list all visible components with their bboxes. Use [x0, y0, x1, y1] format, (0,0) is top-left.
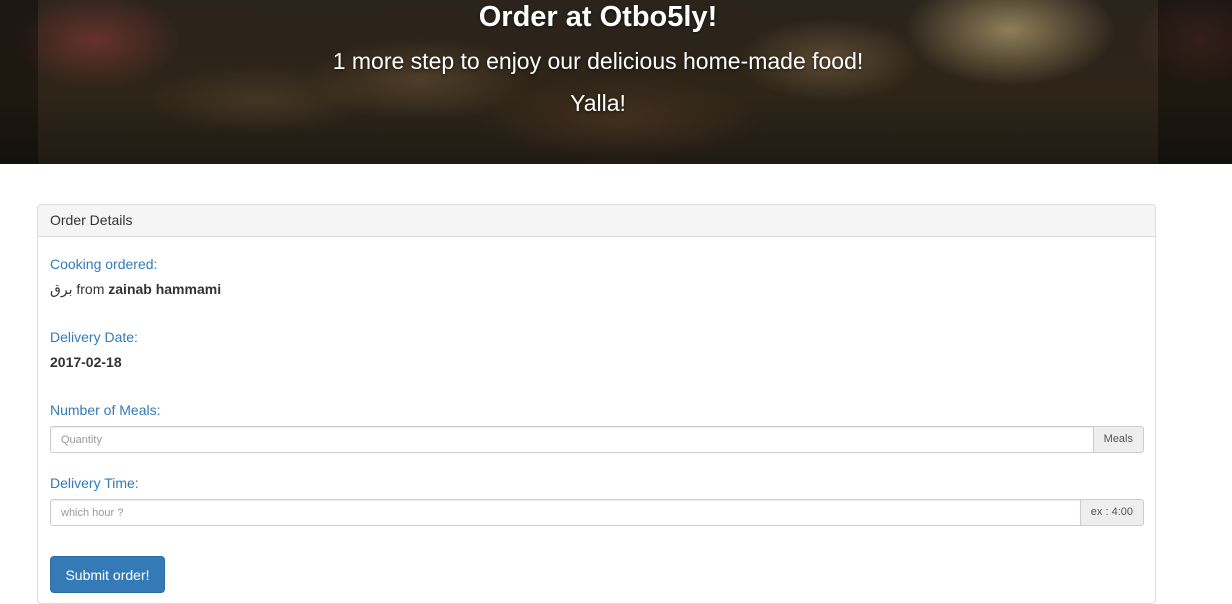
hero-edge-shade	[1158, 0, 1232, 164]
cooking-ordered-label: Cooking ordered:	[50, 256, 158, 272]
hero-edge-shade	[0, 0, 38, 164]
cook-name: zainab hammami	[108, 281, 222, 297]
time-example-addon: ex : 4:00	[1079, 499, 1144, 526]
delivery-time-label: Delivery Time:	[50, 475, 139, 491]
delivery-date-text: 2017-02-18	[50, 354, 122, 370]
page-title: Order at Otbo5ly!	[478, 1, 718, 33]
meals-addon: Meals	[1092, 426, 1144, 453]
panel-heading: Order Details	[38, 205, 1155, 237]
order-details-panel: Order Details Cooking ordered: برق from …	[37, 204, 1156, 604]
delivery-date-label: Delivery Date:	[50, 329, 138, 345]
hero-subtitle: 1 more step to enjoy our delicious home-…	[332, 48, 864, 74]
hero-banner: Order at Otbo5ly! 1 more step to enjoy o…	[0, 0, 1232, 164]
delivery-time-input[interactable]	[50, 499, 1080, 526]
from-text: from	[76, 281, 105, 297]
dish-name: برق	[50, 281, 73, 297]
submit-order-button[interactable]: Submit order!	[50, 556, 165, 593]
cooking-ordered-value: برق from zainab hammami	[50, 280, 221, 298]
number-of-meals-label: Number of Meals:	[50, 402, 161, 418]
quantity-input[interactable]	[50, 426, 1093, 453]
meals-input-group: Meals	[50, 426, 1144, 453]
hero-tagline: Yalla!	[570, 90, 626, 116]
delivery-time-input-group: ex : 4:00	[50, 499, 1144, 526]
delivery-date-value: 2017-02-18	[50, 353, 122, 371]
